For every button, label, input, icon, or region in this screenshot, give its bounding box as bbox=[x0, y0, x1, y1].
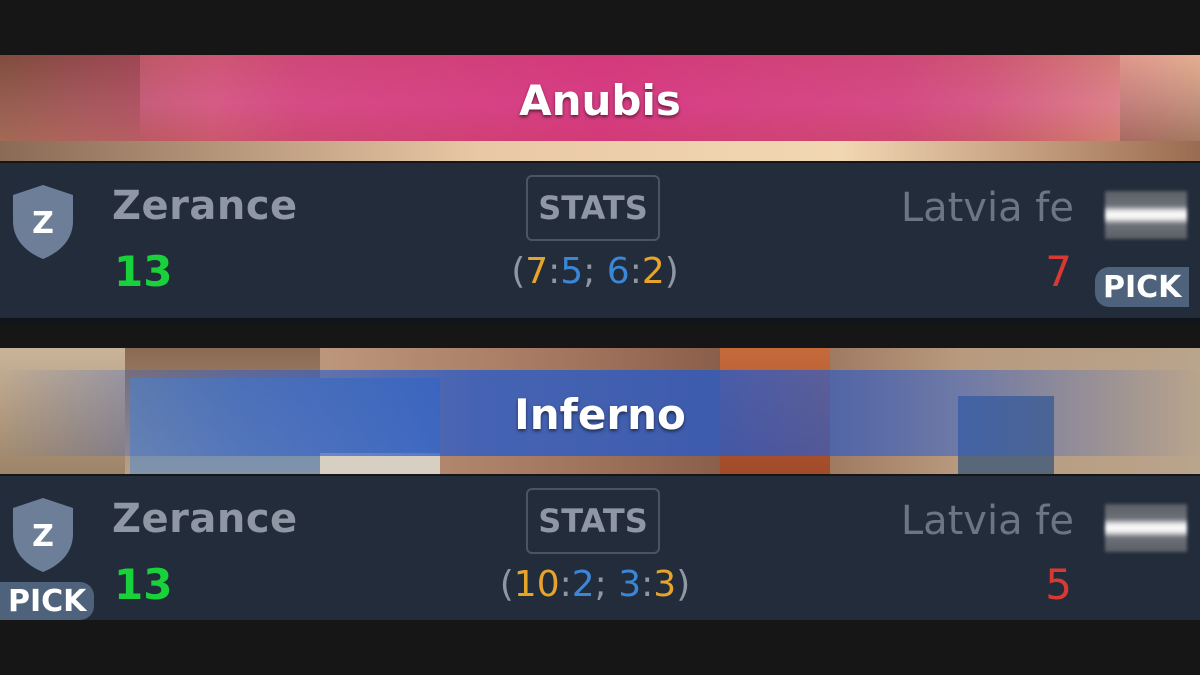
flag-icon bbox=[1105, 504, 1187, 552]
team2-score: 7 bbox=[1045, 247, 1072, 296]
map-title: Anubis bbox=[519, 76, 681, 125]
banner-floor bbox=[0, 141, 1200, 161]
team-logo-letter: Z bbox=[32, 206, 54, 241]
pick-badge: PICK bbox=[0, 582, 95, 620]
half2-t-score: 3 bbox=[653, 564, 677, 605]
team2-name[interactable]: Latvia fe bbox=[901, 498, 1074, 544]
half-scores: (7:5; 6:2) bbox=[511, 251, 679, 292]
half2-t-score: 2 bbox=[641, 251, 665, 292]
stats-button[interactable]: STATS bbox=[526, 175, 660, 241]
half-scores: (10:2; 3:3) bbox=[499, 564, 691, 605]
map-result-row: Z Zerance 13 STATS (10:2; 3:3) Latvia fe… bbox=[0, 476, 1200, 620]
half2-ct-score: 3 bbox=[618, 564, 642, 605]
shield-icon: Z bbox=[10, 183, 76, 261]
banner-floor bbox=[320, 453, 440, 474]
team-logo-letter: Z bbox=[32, 519, 54, 554]
half1-t-score: 7 bbox=[525, 251, 549, 292]
team2-name[interactable]: Latvia fe bbox=[901, 185, 1074, 231]
team1-name[interactable]: Zerance bbox=[112, 496, 298, 542]
team2-score: 5 bbox=[1045, 560, 1072, 609]
map-banner-anubis: Anubis bbox=[0, 55, 1200, 161]
row-divider bbox=[0, 318, 1200, 324]
stats-button[interactable]: STATS bbox=[526, 488, 660, 554]
flag-icon bbox=[1105, 191, 1187, 239]
map-banner-inferno: Inferno bbox=[0, 348, 1200, 474]
half1-ct-score: 2 bbox=[571, 564, 595, 605]
map-title: Inferno bbox=[514, 390, 686, 439]
half1-t-score: 10 bbox=[513, 564, 560, 605]
pick-badge: PICK bbox=[1095, 267, 1190, 307]
shield-icon: Z bbox=[10, 496, 76, 574]
map-result-row: Z Zerance 13 STATS (7:5; 6:2) Latvia fe … bbox=[0, 163, 1200, 318]
half2-ct-score: 6 bbox=[606, 251, 630, 292]
half1-ct-score: 5 bbox=[560, 251, 584, 292]
team1-name[interactable]: Zerance bbox=[112, 183, 298, 229]
